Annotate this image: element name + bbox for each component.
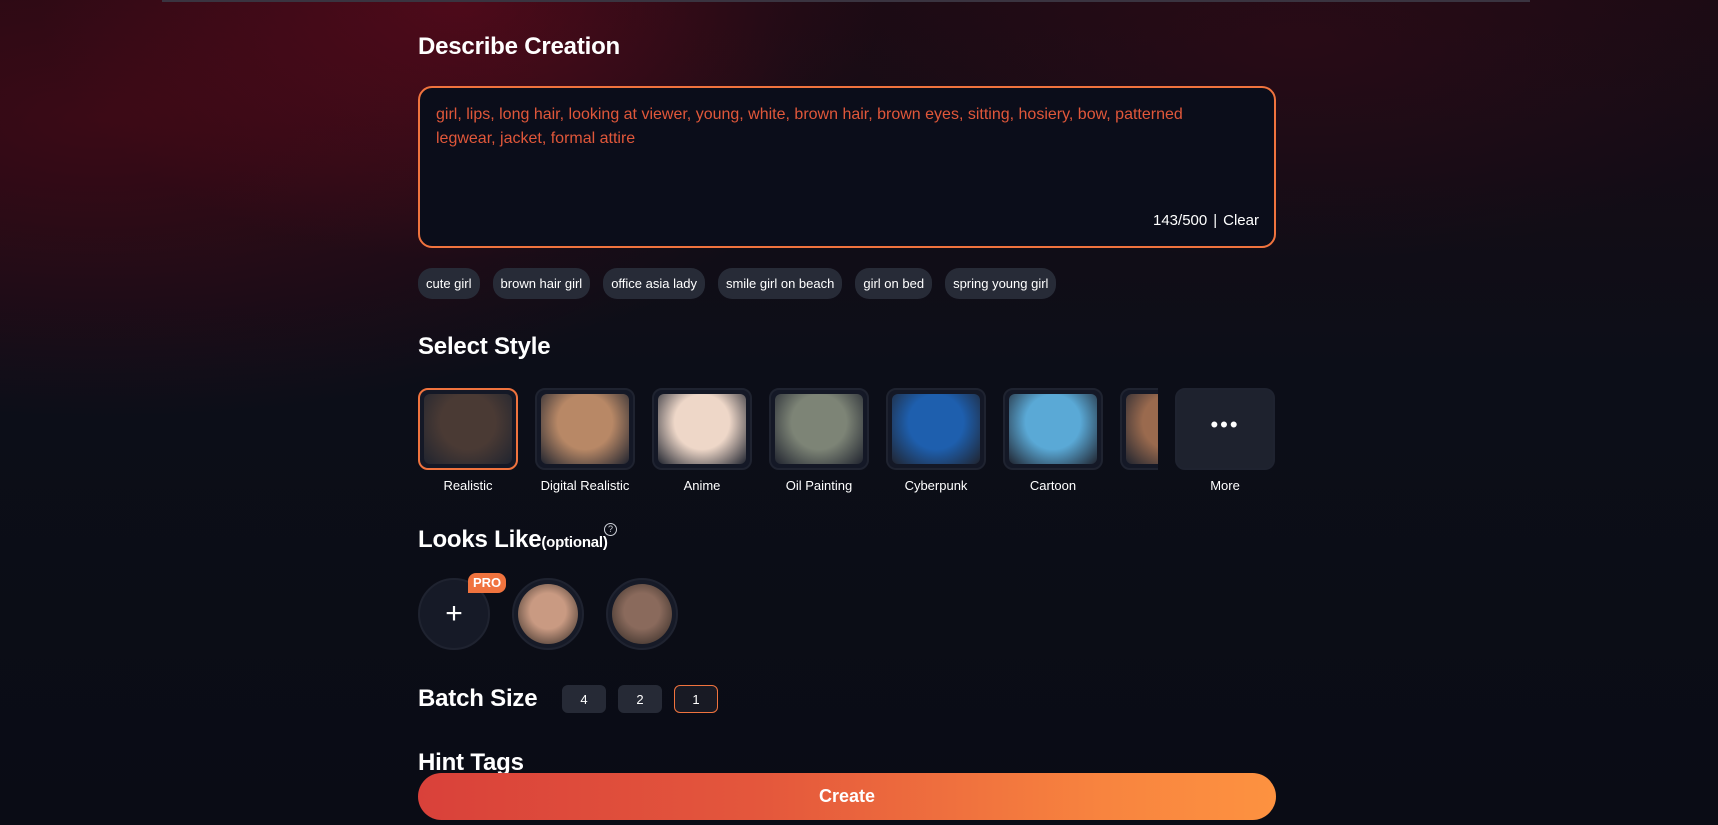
batch-option-4[interactable]: 4	[562, 685, 606, 713]
question-circle-icon[interactable]: ?	[604, 523, 617, 536]
style-thumbnail[interactable]	[1003, 388, 1103, 470]
style-thumbnail[interactable]	[886, 388, 986, 470]
prompt-textarea[interactable]: girl, lips, long hair, looking at viewer…	[418, 86, 1276, 248]
face-image	[612, 584, 672, 644]
style-label: Digital Realistic	[540, 478, 630, 493]
style-image	[1009, 394, 1097, 464]
style-label: Anime	[683, 478, 721, 493]
create-button[interactable]: Create	[418, 773, 1276, 820]
optional-label: (optional)	[541, 534, 608, 551]
meta-separator: |	[1213, 212, 1218, 229]
style-image	[658, 394, 746, 464]
suggestion-chip[interactable]: cute girl	[418, 268, 480, 299]
batch-size-title: Batch Size	[418, 685, 538, 712]
more-thumbnail[interactable]: •••	[1175, 388, 1275, 470]
style-image	[892, 394, 980, 464]
prompt-text[interactable]: girl, lips, long hair, looking at viewer…	[436, 103, 1244, 151]
style-option-oil-painting[interactable]: Oil Painting	[769, 388, 869, 493]
batch-option-2[interactable]: 2	[618, 685, 662, 713]
pro-badge: PRO	[468, 573, 507, 593]
style-option-anime[interactable]: Anime	[652, 388, 752, 493]
style-label: Cartoon	[1029, 478, 1077, 493]
batch-option-1[interactable]: 1	[674, 685, 718, 713]
style-label: Oil Painting	[785, 478, 853, 493]
looks-like-title: Looks Like(optional)	[418, 526, 608, 554]
looks-like-text: Looks Like	[418, 526, 542, 553]
face-avatar[interactable]	[606, 578, 678, 650]
style-image	[541, 394, 629, 464]
face-avatar[interactable]	[512, 578, 584, 650]
style-image	[1126, 394, 1158, 464]
clear-button[interactable]: Clear	[1223, 212, 1259, 229]
style-label: Cyberpunk	[904, 478, 968, 493]
style-option-cyberpunk[interactable]: Cyberpunk	[886, 388, 986, 493]
ellipsis-icon: •••	[1210, 412, 1240, 437]
face-image	[518, 584, 578, 644]
style-thumbnail[interactable]	[1120, 388, 1158, 470]
suggestion-chip[interactable]: spring young girl	[945, 268, 1057, 299]
style-thumbnail[interactable]	[535, 388, 635, 470]
style-thumbnail[interactable]	[418, 388, 518, 470]
style-option-cartoon[interactable]: Cartoon	[1003, 388, 1103, 493]
style-list: Realistic Digital Realistic Anime Oil Pa…	[418, 388, 1278, 498]
style-title: Select Style	[418, 333, 551, 360]
prompt-meta: 143/500 | Clear	[1153, 212, 1259, 229]
suggestion-chip[interactable]: brown hair girl	[492, 268, 591, 299]
style-option-digital-realistic[interactable]: Digital Realistic	[535, 388, 635, 493]
style-thumbnail[interactable]	[769, 388, 869, 470]
more-label: More	[1210, 478, 1240, 493]
suggestion-chip[interactable]: smile girl on beach	[717, 268, 843, 299]
style-option-more[interactable]: ••• More	[1175, 388, 1275, 493]
suggestion-chips: cute girl brown hair girl office asia la…	[418, 268, 1057, 299]
style-option-realistic[interactable]: Realistic	[418, 388, 518, 493]
style-thumbnail[interactable]	[652, 388, 752, 470]
plus-icon: +	[445, 597, 463, 630]
describe-title: Describe Creation	[418, 33, 621, 60]
top-divider	[162, 0, 1530, 2]
style-image	[775, 394, 863, 464]
batch-size-options: 4 2 1	[562, 685, 718, 713]
style-image	[424, 394, 512, 464]
style-label: Realistic	[443, 478, 493, 493]
style-option-partial[interactable]	[1120, 388, 1158, 470]
char-count: 143/500	[1153, 212, 1208, 229]
suggestion-chip[interactable]: office asia lady	[603, 268, 705, 299]
suggestion-chip[interactable]: girl on bed	[855, 268, 933, 299]
